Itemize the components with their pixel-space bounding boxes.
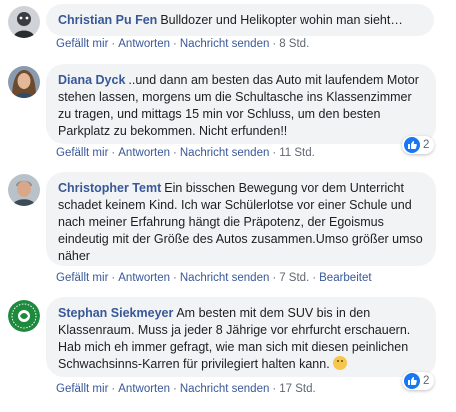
reaction-count[interactable]: 2 — [402, 372, 435, 390]
avatar[interactable] — [8, 6, 40, 38]
send-message-link[interactable]: Nachricht senden — [180, 272, 270, 284]
like-link[interactable]: Gefällt mir — [56, 383, 108, 395]
thinking-face-icon — [333, 356, 348, 370]
reaction-count-label: 2 — [423, 139, 430, 151]
timestamp[interactable]: 17 Std. — [279, 383, 315, 395]
send-message-link[interactable]: Nachricht senden — [180, 147, 270, 159]
comment-actions: Gefällt mir · Antworten · Nachricht senden · 1… — [56, 383, 316, 395]
comment-text: Bulldozer und Helikopter wohin man sieht… — [160, 13, 403, 27]
avatar[interactable] — [8, 300, 40, 332]
comment-bubble: Christian Pu Fen Bulldozer und Helikopter… — [46, 4, 434, 36]
send-message-link[interactable]: Nachricht senden — [180, 38, 270, 50]
like-link[interactable]: Gefällt mir — [56, 38, 108, 50]
comment-author[interactable]: Christopher Temt — [58, 181, 161, 195]
comment-bubble: Stephan Siekmeyer Am besten mit dem SUV b… — [46, 297, 436, 377]
comment-actions: Gefällt mir · Antworten · Nachricht senden · 1… — [56, 147, 315, 159]
timestamp[interactable]: 7 Std. — [279, 272, 309, 284]
thumbs-up-icon — [404, 373, 420, 389]
comment-author[interactable]: Christian Pu Fen — [58, 13, 157, 27]
reaction-count-label: 2 — [423, 375, 430, 387]
edited-label[interactable]: Bearbeitet — [319, 272, 371, 284]
reply-link[interactable]: Antworten — [118, 38, 170, 50]
thumbs-up-icon — [404, 137, 420, 153]
comment-bubble: Christopher Temt Ein bisschen Bewegung vo… — [46, 172, 436, 266]
comment-actions: Gefällt mir · Antworten · Nachricht senden · 8… — [56, 38, 310, 50]
avatar[interactable] — [8, 66, 40, 98]
reply-link[interactable]: Antworten — [118, 272, 170, 284]
timestamp[interactable]: 11 Std. — [279, 147, 315, 159]
avatar[interactable] — [8, 174, 40, 206]
comment-author[interactable]: Stephan Siekmeyer — [58, 306, 173, 320]
send-message-link[interactable]: Nachricht senden — [180, 383, 270, 395]
comment-author[interactable]: Diana Dyck — [58, 73, 125, 87]
reply-link[interactable]: Antworten — [118, 383, 170, 395]
reply-link[interactable]: Antworten — [118, 147, 170, 159]
comment-bubble: Diana Dyck ..und dann am besten das Auto … — [46, 64, 436, 144]
timestamp[interactable]: 8 Std. — [279, 38, 309, 50]
comment-actions: Gefällt mir · Antworten · Nachricht senden · 7… — [56, 272, 372, 284]
like-link[interactable]: Gefällt mir — [56, 272, 108, 284]
like-link[interactable]: Gefällt mir — [56, 147, 108, 159]
reaction-count[interactable]: 2 — [402, 136, 435, 154]
